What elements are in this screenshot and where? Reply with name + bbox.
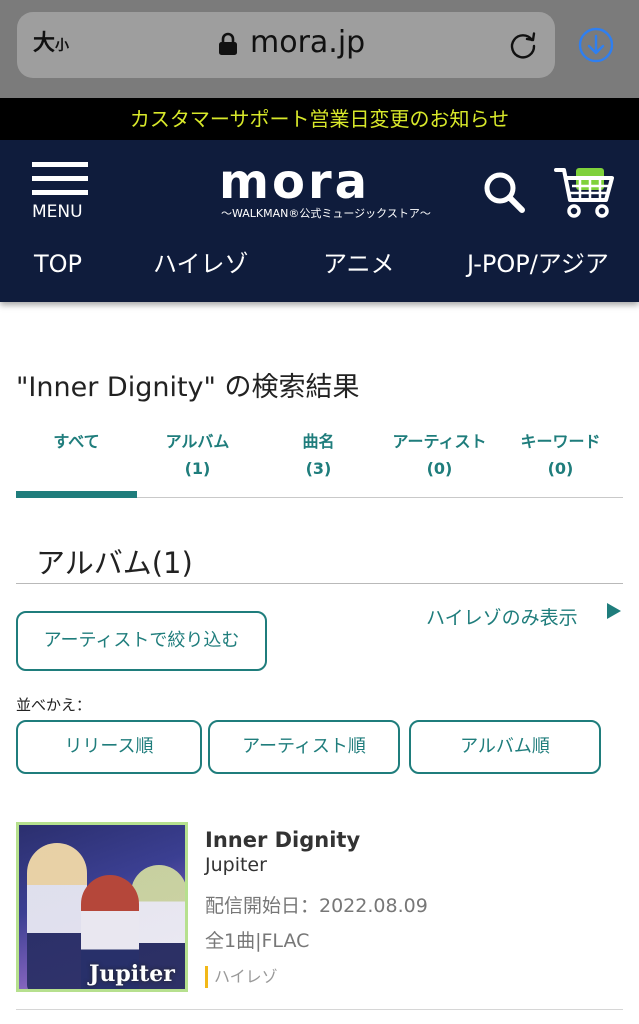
album-release-date: 配信開始日：2022.08.09 [205, 895, 428, 917]
nav-item-anime[interactable]: アニメ [323, 248, 395, 280]
search-icon[interactable] [482, 170, 526, 214]
album-format: 全1曲|FLAC [205, 930, 310, 952]
text-size-small: 小 [55, 38, 70, 54]
album-cover[interactable]: Jupiter [16, 822, 188, 992]
logo-wordmark: mora [219, 154, 371, 210]
tab-count: (0) [426, 459, 453, 478]
browser-toolbar: 大小 mora.jp [0, 0, 639, 98]
sort-release-button[interactable]: リリース順 [16, 720, 202, 774]
mora-logo[interactable]: mora 〜WALKMAN®公式ミュージックストア〜 [219, 154, 431, 222]
section-heading-text: アルバム(1) [36, 546, 193, 580]
nav-item-top[interactable]: TOP [34, 248, 82, 280]
tab-artist[interactable]: アーティスト (0) [379, 428, 500, 498]
reload-icon[interactable] [508, 30, 538, 60]
menu-button[interactable]: MENU [30, 160, 90, 226]
sort-label: 並べかえ： [16, 696, 92, 714]
cart-icon[interactable] [554, 164, 616, 220]
album-list-item[interactable]: Jupiter Inner Dignity Jupiter 配信開始日：2022… [16, 820, 623, 1010]
play-triangle-icon[interactable] [604, 602, 622, 620]
sort-album-button[interactable]: アルバム順 [409, 720, 601, 774]
tab-count: (0) [547, 459, 574, 478]
hires-badge: ハイレゾ [205, 966, 278, 988]
tab-track[interactable]: 曲名 (3) [258, 428, 379, 498]
hires-only-link[interactable]: ハイレゾのみ表示 [426, 603, 578, 630]
album-title[interactable]: Inner Dignity [205, 828, 360, 852]
tab-count: (1) [184, 459, 211, 478]
tab-label: キーワード [520, 432, 601, 451]
lock-icon [219, 32, 237, 55]
site-header: MENU mora 〜WALKMAN®公式ミュージックストア〜 TOP ハイレゾ… [0, 140, 639, 302]
tab-label: 曲名 [302, 432, 335, 451]
cover-figure [27, 843, 87, 989]
cover-caption: Jupiter [89, 961, 175, 987]
page-title: "Inner Dignity" の検索結果 [16, 372, 360, 403]
tab-all[interactable]: すべて [16, 428, 137, 498]
text-size-large: 大 [33, 31, 56, 56]
tab-label: すべて [53, 432, 100, 451]
menu-label: MENU [32, 202, 83, 222]
download-icon[interactable] [578, 27, 614, 63]
tab-label: アーティスト [392, 432, 487, 451]
artist-filter-button[interactable]: アーティストで絞り込む [16, 611, 267, 671]
menu-icon-bar [32, 190, 88, 195]
support-notice-link[interactable]: カスタマーサポート営業日変更のお知らせ [0, 98, 639, 140]
section-heading: アルバム(1) [16, 536, 623, 584]
menu-icon [32, 162, 88, 167]
sort-artist-button[interactable]: アーティスト順 [208, 720, 400, 774]
tab-label: アルバム [165, 432, 230, 451]
tab-count: (3) [305, 459, 332, 478]
category-nav: TOP ハイレゾ アニメ J-POP/アジア [0, 248, 639, 288]
tab-album[interactable]: アルバム (1) [137, 428, 258, 498]
menu-icon-bar [32, 176, 88, 181]
text-size-button[interactable]: 大小 [33, 33, 69, 55]
nav-item-jpop-asia[interactable]: J-POP/アジア [467, 248, 609, 280]
logo-tagline: 〜WALKMAN®公式ミュージックストア〜 [221, 207, 431, 220]
album-artist[interactable]: Jupiter [205, 854, 267, 876]
url-text[interactable]: mora.jp [250, 28, 365, 58]
nav-item-hires[interactable]: ハイレゾ [153, 248, 249, 280]
result-tabs: すべて アルバム (1) 曲名 (3) アーティスト (0) キーワード (0) [16, 428, 623, 498]
tab-keyword[interactable]: キーワード (0) [500, 428, 621, 498]
